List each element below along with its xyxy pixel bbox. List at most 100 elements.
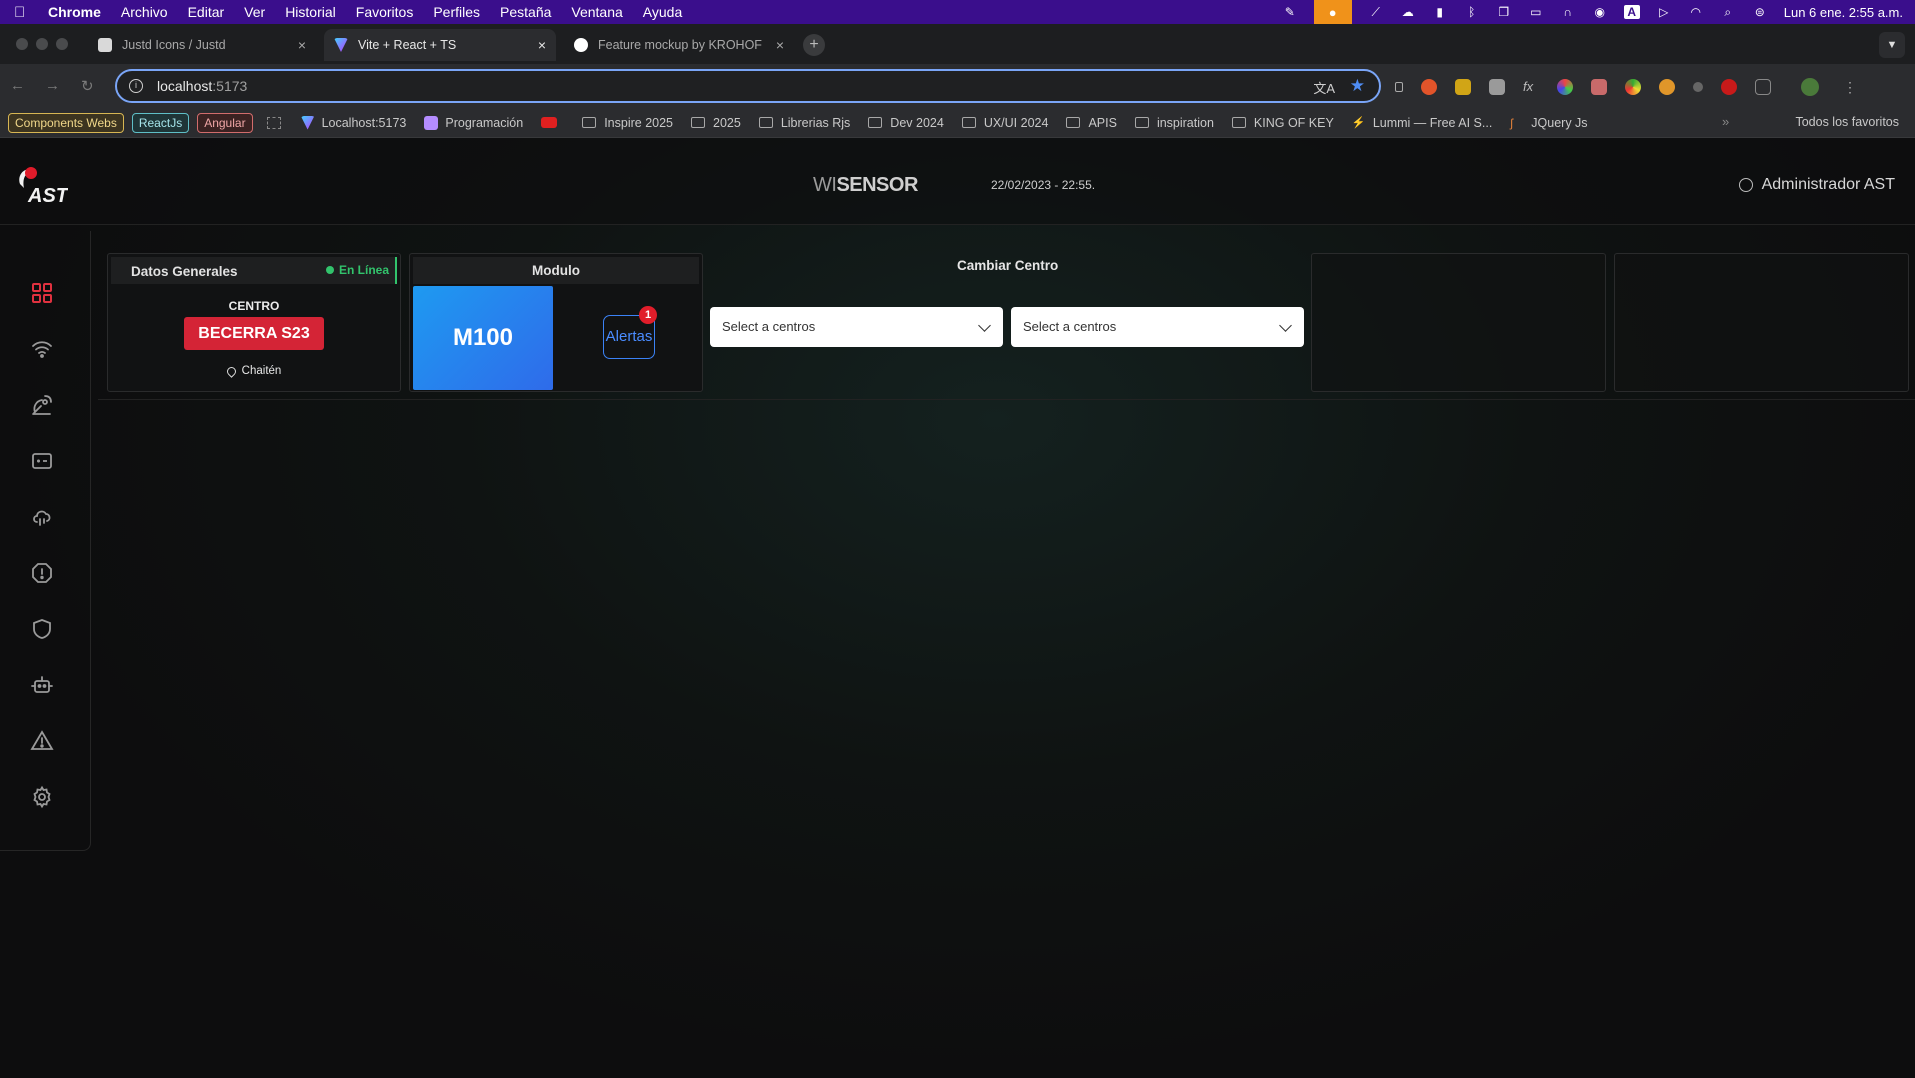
close-tab-icon[interactable]: × [776, 37, 784, 53]
close-tab-icon[interactable]: × [298, 37, 306, 53]
extension-gray-icon[interactable] [1489, 79, 1505, 95]
satellite-icon[interactable] [30, 393, 54, 417]
bookmark-components-webs[interactable]: Components Webs [8, 112, 124, 133]
centro-select-1[interactable]: Select a centros [710, 307, 1003, 347]
usb-icon[interactable]: ▮ [1432, 5, 1448, 19]
bookmark-reactjs[interactable]: ReactJs [131, 112, 190, 133]
menubar-clock[interactable]: Lun 6 ene. 2:55 a.m. [1784, 5, 1903, 20]
warning-triangle-icon[interactable] [30, 729, 54, 753]
tab-search-chevron-icon[interactable]: ▼ [1879, 32, 1905, 58]
wifi-icon[interactable] [30, 337, 54, 361]
centro-label: CENTRO [228, 299, 280, 313]
menu-editar[interactable]: Editar [188, 4, 225, 20]
minimize-window-button[interactable] [36, 38, 48, 50]
site-info-icon[interactable]: i [129, 79, 143, 93]
profile-avatar-icon[interactable] [1801, 78, 1819, 96]
robot-icon[interactable] [30, 673, 54, 697]
bookmark-programacion[interactable]: Programación [424, 115, 523, 130]
control-center-icon[interactable]: ⊜ [1752, 5, 1768, 19]
module-name-tile[interactable]: M100 [413, 286, 553, 390]
zoom-window-button[interactable] [56, 38, 68, 50]
bookmark-folder-dev-2024[interactable]: Dev 2024 [868, 116, 944, 130]
menu-historial[interactable]: Historial [285, 4, 336, 20]
extension-orange-icon[interactable] [1421, 79, 1437, 95]
menu-ayuda[interactable]: Ayuda [643, 4, 682, 20]
bookmark-jquery[interactable]: ʃ JQuery Js [1510, 116, 1587, 130]
browser-toolbar: ← → ↻ i localhost:5173 文A ★ fx ⋮ [0, 64, 1915, 108]
bookmark-youtube[interactable] [541, 117, 564, 128]
new-tab-button[interactable]: + [803, 34, 825, 56]
extension-green-icon[interactable] [1625, 79, 1641, 95]
menu-archivo[interactable]: Archivo [121, 4, 168, 20]
wifi-status-icon[interactable]: ◠ [1688, 5, 1704, 19]
bookmark-lummi[interactable]: ⚡ Lummi — Free AI S... [1352, 116, 1492, 130]
play-icon[interactable]: ▷ [1656, 5, 1672, 19]
extension-fx-icon[interactable]: fx [1523, 79, 1539, 95]
chevron-down-icon [1279, 319, 1292, 332]
close-window-button[interactable] [16, 38, 28, 50]
bookmark-folder-apis[interactable]: APIS [1066, 116, 1117, 130]
extension-donut-icon[interactable] [1659, 79, 1675, 95]
bookmark-folder-inspire-2025[interactable]: Inspire 2025 [582, 116, 673, 130]
bookmark-star-icon[interactable]: ★ [1350, 76, 1365, 96]
more-bookmarks-chevron-icon[interactable]: » [1722, 114, 1729, 129]
cloud-sync-icon[interactable]: ☁ [1400, 5, 1416, 19]
display-icon[interactable]: ▭ [1528, 5, 1544, 19]
more-vertical-icon[interactable]: ⋮ [1843, 79, 1859, 95]
bookmark-folder-inspiration[interactable]: inspiration [1134, 116, 1214, 130]
extension-record-icon[interactable] [1721, 79, 1737, 95]
tab-feature-mockup[interactable]: Feature mockup by KROHOFF × [564, 29, 794, 61]
menu-ventana[interactable]: Ventana [571, 4, 622, 20]
tab-justd-icons[interactable]: Justd Icons / Justd × [88, 29, 316, 61]
close-tab-icon[interactable]: × [538, 37, 546, 53]
menu-favoritos[interactable]: Favoritos [356, 4, 414, 20]
all-favorites[interactable]: Todos los favoritos [1787, 115, 1899, 129]
input-source-icon[interactable]: A [1623, 5, 1640, 19]
slash-icon[interactable]: ⟋ [1368, 5, 1384, 19]
bookmark-angular[interactable]: Angular [197, 112, 253, 133]
extension-yellow-icon[interactable] [1455, 79, 1471, 95]
centro-select-2[interactable]: Select a centros [1011, 307, 1304, 347]
headphones-icon[interactable]: ∩ [1560, 5, 1576, 19]
menu-ver[interactable]: Ver [244, 4, 265, 20]
feather-icon[interactable]: ✎ [1282, 5, 1298, 19]
back-arrow-icon[interactable]: ← [10, 77, 25, 94]
extension-color-icon[interactable] [1557, 79, 1573, 95]
settings-icon[interactable] [30, 785, 54, 809]
extension-pin-icon[interactable] [1395, 82, 1403, 92]
menu-chrome[interactable]: Chrome [48, 4, 101, 20]
dashboard-icon[interactable] [30, 281, 54, 305]
shield-icon[interactable] [30, 617, 54, 641]
status-label: En Línea [338, 263, 389, 277]
user-menu[interactable]: Administrador AST [1738, 176, 1895, 194]
monitor-icon[interactable] [30, 449, 54, 473]
bookmark-folder-king-of-key[interactable]: KING OF KEY [1231, 116, 1334, 130]
extensions-puzzle-icon[interactable] [1755, 79, 1771, 95]
bookmark-folder-2025[interactable]: 2025 [691, 116, 741, 130]
reload-icon[interactable]: ↻ [81, 77, 94, 95]
tab-vite-react[interactable]: Vite + React + TS × [324, 29, 556, 61]
cloud-icon[interactable] [30, 505, 54, 529]
microphone-icon[interactable]: ● [1313, 0, 1352, 24]
extension-red-icon[interactable] [1591, 79, 1607, 95]
bluetooth-icon[interactable]: ᛒ [1464, 5, 1480, 19]
forward-arrow-icon[interactable]: → [45, 77, 60, 94]
bookmark-label: APIS [1088, 115, 1117, 130]
centro-name-button[interactable]: BECERRA S23 [184, 317, 324, 350]
address-bar[interactable]: i localhost:5173 文A ★ [115, 69, 1381, 103]
menu-pestana[interactable]: Pestaña [500, 4, 551, 20]
ast-logo[interactable]: AST [12, 162, 68, 210]
bookmark-localhost[interactable]: Localhost:5173 [300, 115, 406, 130]
module-title: Modulo [532, 263, 580, 278]
spotlight-icon[interactable]: ⌕ [1720, 5, 1736, 19]
alert-octagon-icon[interactable] [30, 561, 54, 585]
extension-eye-icon[interactable] [1693, 82, 1703, 92]
bookmark-folder-librerias[interactable]: Librerias Rjs [758, 116, 850, 130]
translate-icon[interactable]: 文A [1313, 78, 1335, 97]
bookmark-folder-uxui-2024[interactable]: UX/UI 2024 [961, 116, 1048, 130]
menu-perfiles[interactable]: Perfiles [433, 4, 480, 20]
apps-grid-icon[interactable] [266, 116, 281, 129]
windows-icon[interactable]: ❐ [1496, 5, 1512, 19]
user-circle-icon[interactable]: ◉ [1592, 5, 1608, 19]
apple-icon[interactable]:  [14, 4, 30, 21]
